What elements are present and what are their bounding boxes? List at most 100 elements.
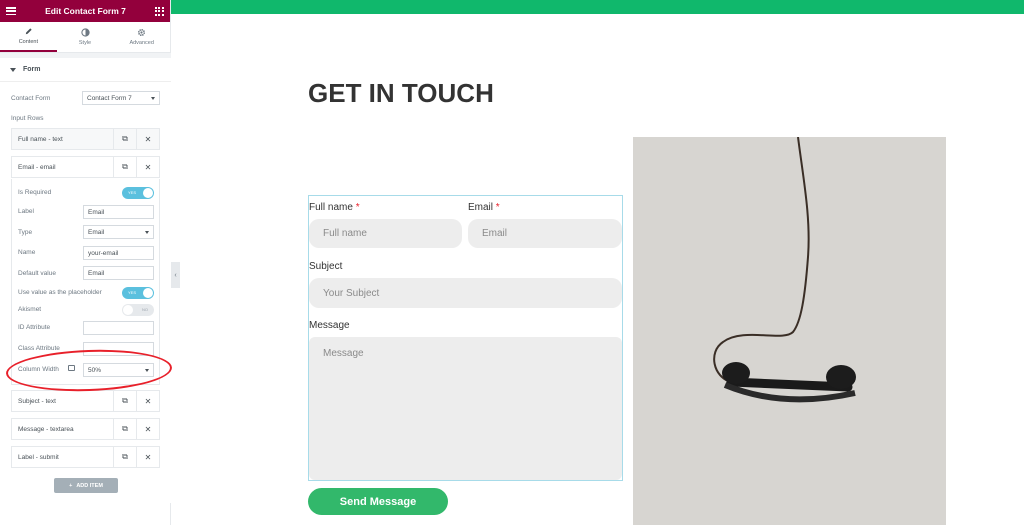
add-item-button[interactable]: + ADD ITEM: [54, 478, 118, 493]
pencil-icon: [25, 28, 32, 35]
email-placeholder: Email: [482, 228, 508, 239]
page-heading: GET IN TOUCH: [308, 78, 494, 108]
label-input-value: Email: [88, 208, 105, 216]
default-value-text: Email: [88, 269, 105, 277]
required-mark: *: [495, 202, 500, 213]
email-label: Email *: [468, 202, 500, 213]
sidebar-title: Edit Contact Form 7: [45, 6, 126, 16]
input-rows-label: Input Rows: [11, 115, 44, 122]
tab-style[interactable]: Style: [57, 22, 114, 52]
name-field-label: Name: [18, 249, 36, 256]
message-label: Message: [309, 320, 350, 331]
duplicate-icon[interactable]: ⧉: [113, 391, 136, 411]
chevron-down-icon: [145, 368, 149, 372]
plus-icon: +: [69, 482, 73, 489]
chevron-down-icon: [151, 96, 155, 100]
repeater-row-message[interactable]: Message - textarea ⧉ ✕: [11, 418, 160, 440]
type-field-label: Type: [18, 229, 33, 236]
message-textarea[interactable]: Message: [309, 337, 622, 480]
email-input[interactable]: Email: [468, 219, 622, 248]
tab-content-label: Content: [18, 39, 38, 45]
required-mark: *: [355, 202, 360, 213]
half-circle-icon: [80, 28, 90, 37]
column-width-select[interactable]: 50%: [83, 363, 154, 377]
repeater-row-label: Email - email: [18, 163, 56, 171]
chevron-left-icon: ‹: [174, 271, 177, 279]
default-value-label: Default value: [18, 270, 56, 277]
message-placeholder: Message: [323, 348, 364, 359]
column-width-label: Column Width: [18, 366, 59, 373]
email-row-settings: Is Required YES Label Email Type Email N…: [11, 179, 160, 385]
section-title: Form: [23, 66, 41, 73]
widgets-grid-icon[interactable]: [154, 6, 164, 16]
subject-placeholder: Your Subject: [323, 287, 380, 299]
fullname-placeholder: Full name: [323, 228, 367, 239]
id-attribute-label: ID Attribute: [18, 324, 51, 331]
name-input[interactable]: your-email: [83, 246, 154, 260]
fullname-label: Full name *: [309, 202, 360, 213]
name-input-value: your-email: [88, 249, 119, 257]
contact-form-label: Contact Form: [11, 95, 51, 102]
class-attribute-label: Class Attribute: [18, 345, 60, 352]
close-icon[interactable]: ✕: [136, 129, 159, 149]
subject-input[interactable]: Your Subject: [309, 278, 622, 308]
editor-sidebar: Edit Contact Form 7 Content Style Advanc…: [0, 0, 173, 525]
close-icon[interactable]: ✕: [136, 391, 159, 411]
gear-icon: [138, 28, 146, 37]
is-required-label: Is Required: [18, 189, 52, 196]
caret-down-icon: [10, 67, 16, 72]
telephone-handset-image: [633, 137, 946, 525]
contact-form-value: Contact Form 7: [87, 94, 132, 102]
tab-style-label: Style: [78, 40, 92, 46]
header-bar: [171, 0, 1024, 14]
repeater-row-subject[interactable]: Subject - text ⧉ ✕: [11, 390, 160, 412]
class-attribute-input[interactable]: [83, 342, 154, 356]
label-field-label: Label: [18, 208, 34, 215]
toggle-text: NO: [142, 307, 148, 312]
duplicate-icon[interactable]: ⧉: [113, 447, 136, 467]
section-toggle-form[interactable]: Form: [0, 58, 171, 82]
label-input[interactable]: Email: [83, 205, 154, 219]
repeater-row-label: Full name - text: [18, 135, 63, 143]
fullname-label-text: Full name: [309, 202, 353, 213]
duplicate-icon[interactable]: ⧉: [113, 129, 136, 149]
add-item-label: ADD ITEM: [76, 482, 103, 489]
default-value-input[interactable]: Email: [83, 266, 154, 280]
id-attribute-input[interactable]: [83, 321, 154, 335]
is-required-toggle[interactable]: YES: [122, 187, 154, 199]
akismet-label: Akismet: [18, 306, 42, 313]
close-icon[interactable]: ✕: [136, 157, 159, 177]
repeater-row-submit[interactable]: Label - submit ⧉ ✕: [11, 446, 160, 468]
hamburger-menu-icon[interactable]: [6, 7, 16, 15]
fullname-input[interactable]: Full name: [309, 219, 462, 248]
desktop-icon[interactable]: [68, 365, 75, 371]
contact-form-select[interactable]: Contact Form 7: [82, 91, 160, 105]
tab-advanced-label: Advanced: [129, 40, 154, 46]
placeholder-label: Use value as the placeholder: [18, 289, 102, 296]
send-message-button[interactable]: Send Message: [308, 488, 448, 515]
collapse-panel-handle[interactable]: ‹: [171, 262, 180, 288]
email-label-text: Email: [468, 202, 494, 213]
toggle-text: YES: [128, 290, 137, 295]
type-select[interactable]: Email: [83, 225, 154, 239]
tab-advanced[interactable]: Advanced: [113, 22, 170, 52]
panel-tabs: Content Style Advanced: [0, 22, 170, 53]
sidebar-header: Edit Contact Form 7: [0, 0, 170, 22]
close-icon[interactable]: ✕: [136, 447, 159, 467]
duplicate-icon[interactable]: ⧉: [113, 157, 136, 177]
subject-label: Subject: [309, 261, 343, 272]
repeater-row-label: Label - submit: [18, 453, 59, 461]
duplicate-icon[interactable]: ⧉: [113, 419, 136, 439]
type-select-value: Email: [88, 228, 105, 236]
repeater-row-label: Subject - text: [18, 397, 56, 405]
column-width-value: 50%: [88, 366, 102, 374]
tab-content[interactable]: Content: [0, 22, 57, 52]
repeater-row-fullname[interactable]: Full name - text ⧉ ✕: [11, 128, 160, 150]
repeater-row-email[interactable]: Email - email ⧉ ✕: [11, 156, 160, 178]
handset-illustration: [713, 137, 856, 403]
akismet-toggle[interactable]: NO: [122, 304, 154, 316]
close-icon[interactable]: ✕: [136, 419, 159, 439]
toggle-text: YES: [128, 190, 137, 195]
placeholder-toggle[interactable]: YES: [122, 287, 154, 299]
chevron-down-icon: [145, 230, 149, 234]
